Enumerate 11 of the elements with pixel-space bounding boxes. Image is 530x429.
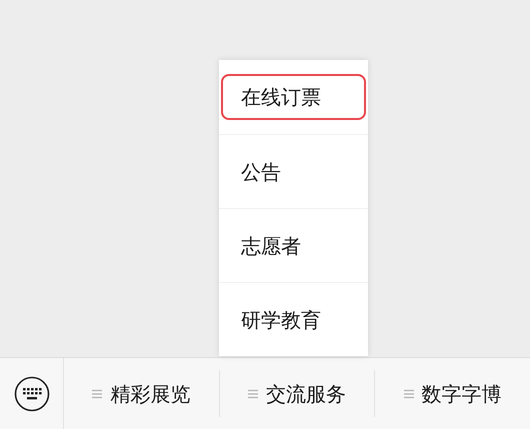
menu-tab[interactable]: 精彩展览 [64, 370, 220, 417]
submenu-item[interactable]: 志愿者 [221, 222, 366, 268]
keyboard-icon[interactable] [14, 376, 50, 412]
menu-tab[interactable]: 交流服务 [220, 370, 376, 417]
menu-icon [92, 388, 102, 398]
menu-icon [248, 388, 258, 398]
submenu-item[interactable]: 在线订票 [221, 74, 366, 120]
submenu-item[interactable]: 公告 [221, 148, 366, 194]
submenu-item[interactable]: 研学教育 [221, 296, 366, 342]
menu-icon [404, 388, 414, 398]
menu-tab[interactable]: 数字字博 [375, 370, 530, 417]
